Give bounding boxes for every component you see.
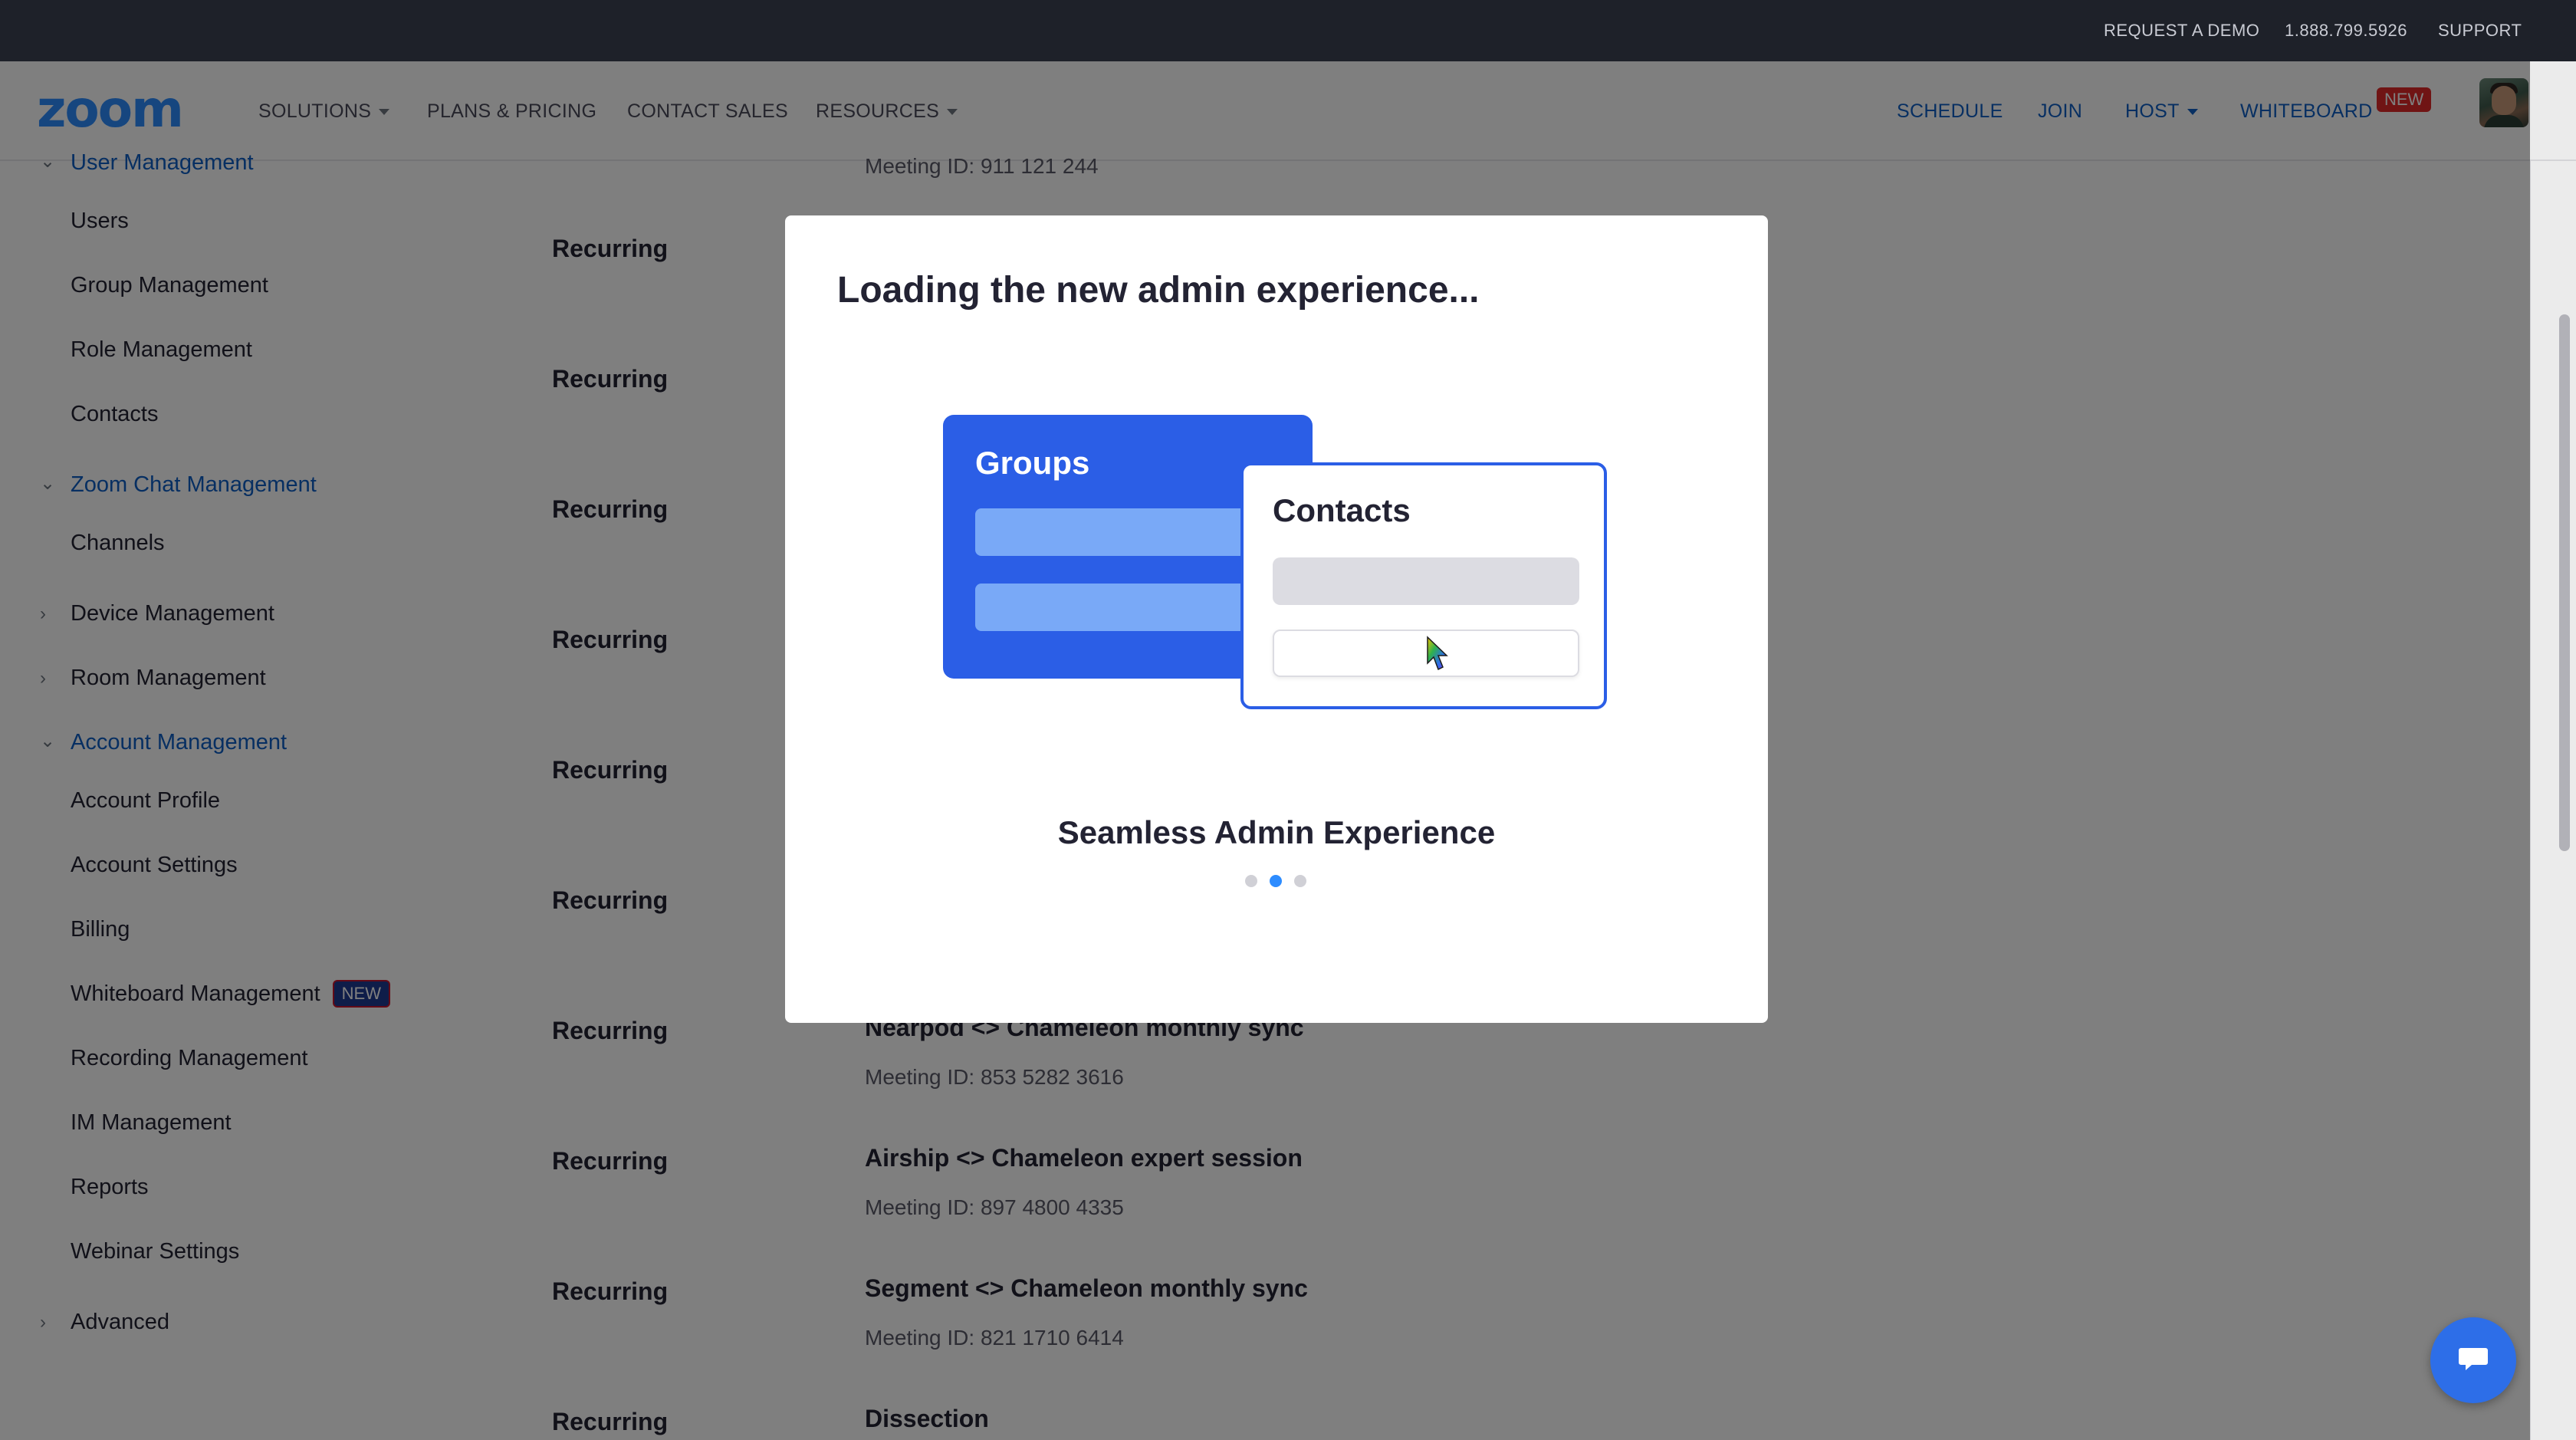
top-utility-bar: REQUEST A DEMO 1.888.799.5926 SUPPORT bbox=[0, 0, 2576, 61]
carousel-dots bbox=[1245, 875, 1314, 889]
mouse-cursor-icon bbox=[1427, 636, 1448, 671]
contacts-card: Contacts bbox=[1240, 462, 1607, 709]
loading-modal: Loading the new admin experience... Grou… bbox=[785, 215, 1768, 1023]
chat-support-button[interactable] bbox=[2430, 1317, 2516, 1403]
carousel-dot[interactable] bbox=[1245, 875, 1257, 887]
groups-label: Groups bbox=[975, 445, 1090, 481]
contacts-label: Contacts bbox=[1273, 492, 1411, 528]
carousel-dot-active[interactable] bbox=[1270, 875, 1282, 887]
carousel-caption: Seamless Admin Experience bbox=[1057, 814, 1496, 850]
support-link[interactable]: SUPPORT bbox=[2438, 0, 2522, 61]
modal-title: Loading the new admin experience... bbox=[837, 270, 1480, 311]
request-demo-link[interactable]: REQUEST A DEMO bbox=[2104, 0, 2259, 61]
chat-bubble-icon bbox=[2459, 1348, 2488, 1370]
contacts-row bbox=[1273, 557, 1579, 605]
carousel-dot[interactable] bbox=[1294, 875, 1306, 887]
admin-illustration: Groups Contacts bbox=[943, 415, 1607, 737]
phone-number-link[interactable]: 1.888.799.5926 bbox=[2285, 0, 2407, 61]
modal-backdrop-edge bbox=[2530, 61, 2576, 1440]
